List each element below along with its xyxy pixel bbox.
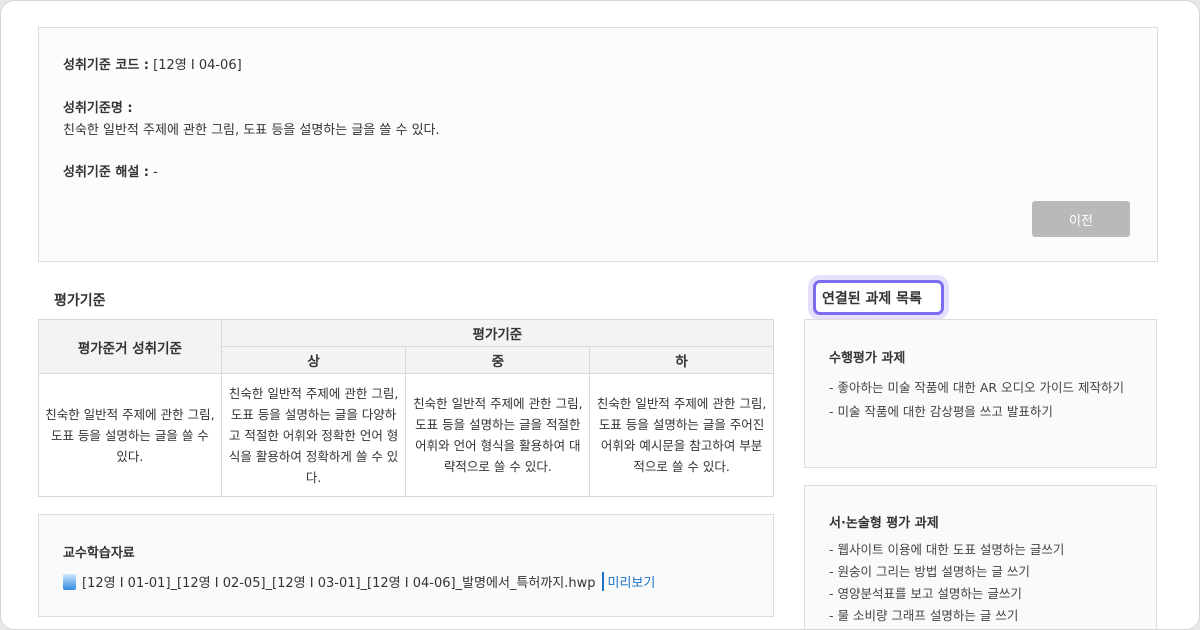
- cell-low: 친숙한 일반적 주제에 관한 그림, 도표 등을 설명하는 글을 주어진 어휘와…: [589, 373, 774, 497]
- table-row: 친숙한 일반적 주제에 관한 그림, 도표 등을 설명하는 글을 쓸 수 있다.…: [38, 373, 774, 497]
- file-row: [12영 I 01-01]_[12영 I 02-05]_[12영 I 03-01…: [63, 572, 655, 591]
- file-link[interactable]: [12영 I 01-01]_[12영 I 02-05]_[12영 I 03-01…: [82, 572, 596, 591]
- header-basis: 평가준거 성취기준: [38, 319, 222, 374]
- hwp-file-icon: [63, 573, 76, 590]
- cell-high: 친숙한 일반적 주제에 관한 그림, 도표 등을 설명하는 글을 다양하고 적절…: [220, 373, 407, 497]
- task-item[interactable]: - 웹사이트 이용에 대한 도표 설명하는 글쓰기: [829, 539, 1132, 561]
- page-frame: 성취기준 코드 : [12영 I 04-06] 성취기준명 : 친숙한 일반적 …: [0, 0, 1200, 630]
- header-low: 하: [589, 346, 774, 374]
- materials-heading: 교수학습자료: [63, 546, 135, 561]
- standard-info-panel: 성취기준 코드 : [12영 I 04-06] 성취기준명 : 친숙한 일반적 …: [38, 27, 1158, 262]
- criteria-table: 평가준거 성취기준 평가기준 상중하 친숙한 일반적 주제에 관한 그림, 도표 …: [38, 319, 775, 497]
- task-item[interactable]: - 좋아하는 미술 작품에 대한 AR 오디오 가이드 제작하기: [829, 376, 1132, 400]
- desc-label: 성취기준 해설 :: [63, 165, 150, 180]
- name-value: 친숙한 일반적 주제에 관한 그림, 도표 등을 설명하는 글을 쓸 수 있다.: [63, 123, 440, 138]
- prev-button[interactable]: 이전: [1032, 201, 1130, 237]
- cell-mid: 친숙한 일반적 주제에 관한 그림, 도표 등을 설명하는 글을 적절한 어휘와…: [405, 373, 591, 497]
- preview-link[interactable]: 미리보기: [601, 572, 655, 591]
- code-row: 성취기준 코드 : [12영 I 04-06]: [63, 54, 242, 73]
- materials-panel: 교수학습자료 [12영 I 01-01]_[12영 I 02-05]_[12영 …: [38, 514, 774, 617]
- essay-task-card: 서·논술형 평가 과제 - 웹사이트 이용에 대한 도표 설명하는 글쓰기 - …: [804, 485, 1157, 629]
- header-high: 상: [220, 346, 407, 374]
- performance-task-card: 수행평가 과제 - 좋아하는 미술 작품에 대한 AR 오디오 가이드 제작하기…: [804, 319, 1157, 468]
- task-item[interactable]: - 영양분석표를 보고 설명하는 글쓰기: [829, 583, 1132, 605]
- task-item[interactable]: - 원숭이 그리는 방법 설명하는 글 쓰기: [829, 561, 1132, 583]
- code-value: [12영 I 04-06]: [153, 58, 242, 73]
- code-label: 성취기준 코드 :: [63, 58, 150, 73]
- task-item[interactable]: - 미술 작품에 대한 감상평을 쓰고 발표하기: [829, 400, 1132, 424]
- header-criteria: 평가기준: [220, 319, 775, 347]
- criteria-heading: 평가기준: [54, 293, 106, 309]
- header-mid: 중: [405, 346, 591, 374]
- essay-title: 서·논술형 평가 과제: [829, 516, 939, 531]
- name-label: 성취기준명 :: [63, 101, 133, 116]
- task-item[interactable]: - 물 소비량 그래프 설명하는 글 쓰기: [829, 605, 1132, 627]
- desc-value: -: [153, 165, 158, 180]
- performance-title: 수행평가 과제: [829, 351, 906, 366]
- linked-tasks-heading: 연결된 과제 목록: [813, 280, 944, 315]
- desc-row: 성취기준 해설 : -: [63, 161, 158, 180]
- cell-basis: 친숙한 일반적 주제에 관한 그림, 도표 등을 설명하는 글을 쓸 수 있다.: [38, 373, 222, 497]
